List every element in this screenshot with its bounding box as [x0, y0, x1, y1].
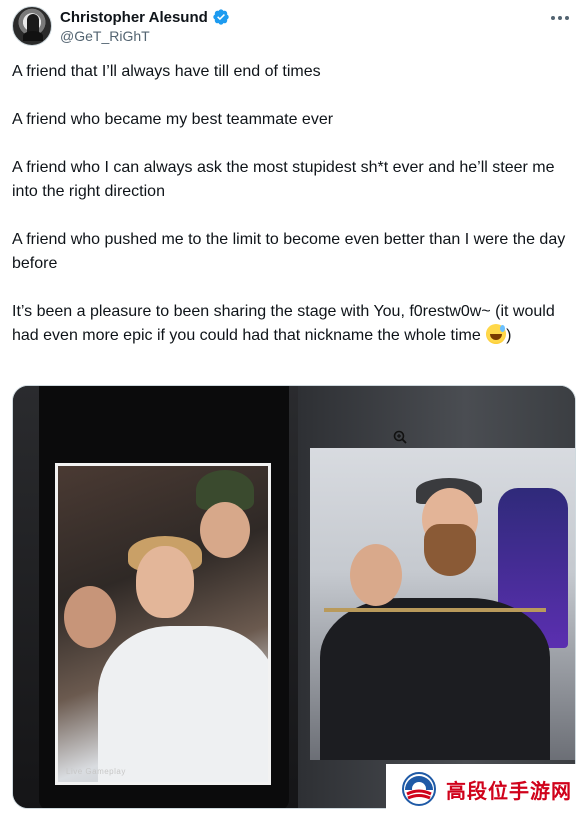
tweet-paragraph: A friend who I can always ask the most s…: [12, 159, 555, 200]
site-logo-icon: [402, 772, 436, 806]
tweet-media-image[interactable]: Live Gameplay: [12, 385, 576, 809]
author-name-row: Christopher Alesund: [60, 8, 230, 26]
framed-photo-left: Live Gameplay: [55, 463, 271, 785]
more-options-icon[interactable]: [548, 8, 572, 28]
jersey-stripe: [324, 608, 546, 612]
avatar[interactable]: [12, 6, 52, 46]
author-handle[interactable]: @GeT_RiGhT: [60, 28, 150, 44]
person-left-head: [64, 586, 116, 648]
avatar-figure-base: [23, 31, 43, 41]
tweet-header: Christopher Alesund @GeT_RiGhT: [12, 6, 574, 50]
tweet-paragraph: A friend who became my best teammate eve…: [12, 111, 334, 128]
tweet-paragraph: A friend who pushed me to the limit to b…: [12, 231, 566, 272]
person-right-head: [200, 502, 250, 558]
photo-watermark: Live Gameplay: [66, 767, 126, 776]
site-watermark-text: 高段位手游网: [446, 778, 572, 803]
tweet-paragraph: A friend that I’ll always have till end …: [12, 63, 321, 80]
tweet-last-text: It’s been a pleasure to been sharing the…: [12, 303, 555, 344]
site-watermark: 高段位手游网: [386, 764, 586, 814]
more-dot: [558, 16, 562, 20]
tweet-paragraph-last: It’s been a pleasure to been sharing the…: [12, 300, 578, 348]
magnifier-cursor-icon: [393, 430, 407, 444]
person-main-head: [136, 546, 194, 618]
framed-photo-right: [310, 448, 575, 760]
grinning-face-with-sweat-icon: [486, 324, 507, 344]
verified-badge-icon: [213, 9, 229, 25]
person-a-head: [350, 544, 402, 606]
tweet-last-tail: ): [506, 327, 512, 344]
team-jerseys: [320, 598, 550, 760]
person-main-shirt: [98, 626, 268, 782]
more-dot: [565, 16, 569, 20]
more-dot: [551, 16, 555, 20]
person-b-beard: [424, 524, 476, 576]
author-display-name[interactable]: Christopher Alesund: [60, 9, 208, 26]
tweet-text: A friend that I’ll always have till end …: [12, 60, 578, 372]
